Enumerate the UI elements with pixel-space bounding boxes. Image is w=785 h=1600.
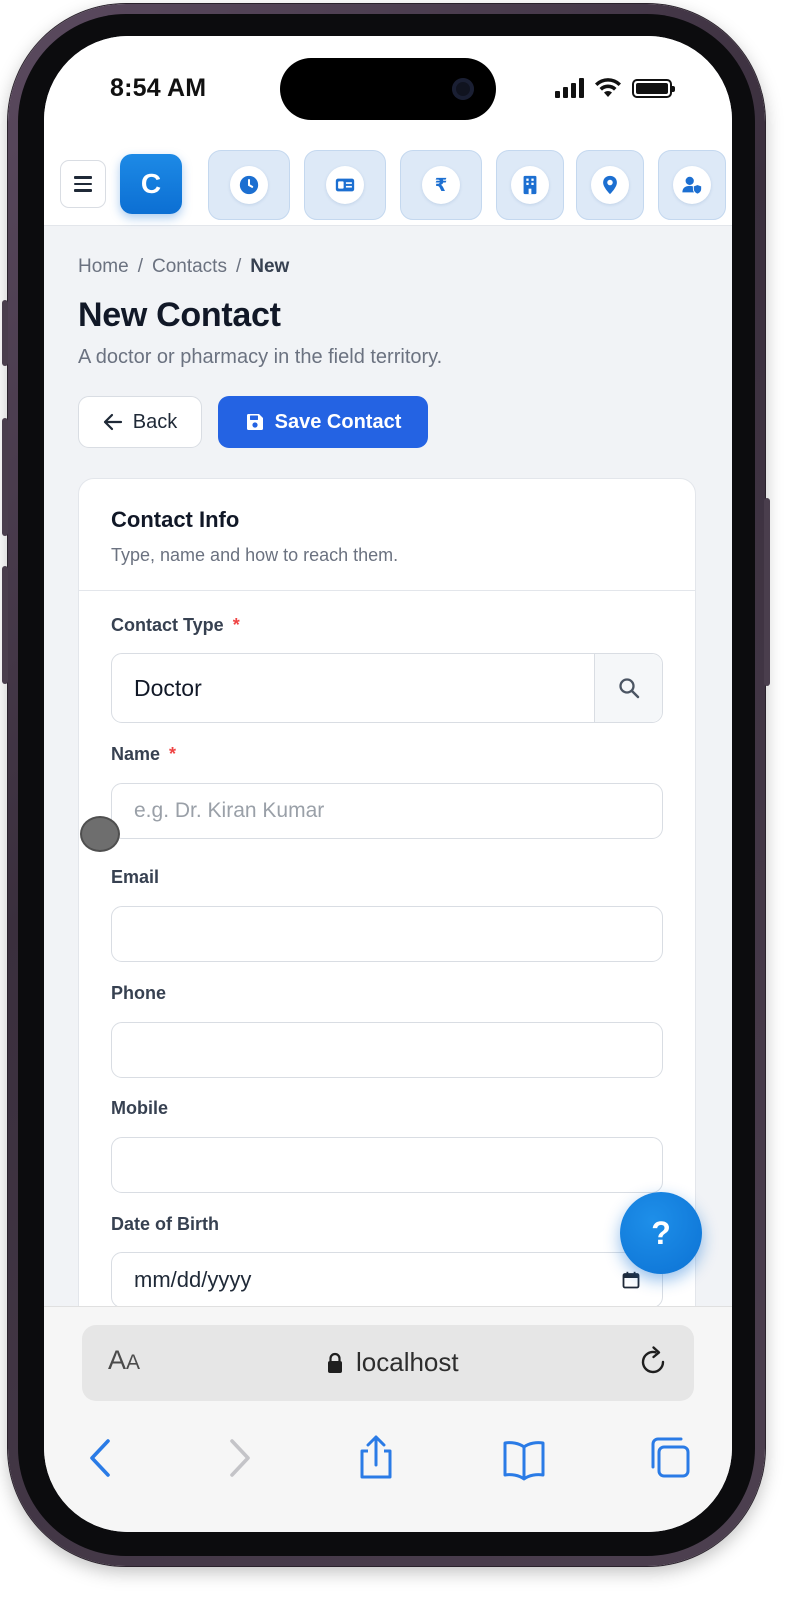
locations-module-button[interactable] bbox=[576, 150, 644, 220]
phone-input[interactable] bbox=[111, 1022, 663, 1078]
card-subtitle: Type, name and how to reach them. bbox=[111, 545, 399, 565]
expenses-module-button[interactable]: ₹ bbox=[400, 150, 482, 220]
menu-button[interactable] bbox=[60, 160, 106, 208]
aa-small-glyph: A bbox=[126, 1351, 141, 1374]
url-text: localhost bbox=[356, 1347, 459, 1377]
save-button-label: Save Contact bbox=[274, 410, 402, 433]
tabs-icon[interactable] bbox=[648, 1435, 692, 1481]
admin-users-module-button[interactable] bbox=[658, 150, 726, 220]
breadcrumb-home-link[interactable]: Home bbox=[78, 256, 129, 278]
browser-toolbar: AA localhost bbox=[44, 1306, 732, 1532]
contact-type-label-text: Contact Type bbox=[111, 615, 224, 635]
back-chevron-icon[interactable] bbox=[80, 1435, 124, 1481]
email-label: Email bbox=[111, 867, 160, 887]
activity-module-button[interactable] bbox=[208, 150, 290, 220]
save-contact-button[interactable]: Save Contact bbox=[218, 396, 428, 448]
help-fab-button[interactable]: ? bbox=[620, 1192, 702, 1274]
volume-down-side-button bbox=[2, 566, 8, 684]
screen: 8:54 AM C ₹ Home / Contacts / New New Co… bbox=[44, 36, 732, 1532]
breadcrumb-separator: / bbox=[137, 256, 143, 277]
cellular-signal-icon bbox=[555, 78, 584, 98]
battery-icon bbox=[632, 78, 675, 98]
required-marker: * bbox=[232, 615, 240, 635]
action-side-button bbox=[2, 300, 8, 366]
touch-indicator bbox=[80, 816, 120, 852]
user-shield-icon bbox=[682, 176, 703, 195]
name-label-text: Name bbox=[111, 744, 161, 764]
name-placeholder: e.g. Dr. Kiran Kumar bbox=[134, 799, 325, 822]
page-title: New Contact bbox=[78, 296, 281, 334]
phone-label: Phone bbox=[111, 983, 167, 1003]
app-logo-button[interactable]: C bbox=[120, 154, 182, 214]
rupee-icon: ₹ bbox=[434, 174, 448, 195]
address-bar[interactable]: AA localhost bbox=[82, 1325, 694, 1401]
clock-icon bbox=[239, 175, 259, 195]
contact-type-label: Contact Type * bbox=[111, 615, 240, 636]
required-marker: * bbox=[169, 744, 177, 764]
back-button[interactable]: Back bbox=[78, 396, 202, 448]
lock-icon bbox=[328, 1352, 342, 1373]
map-pin-icon bbox=[603, 175, 617, 195]
wifi-icon bbox=[595, 78, 621, 97]
app-toolbar: C ₹ bbox=[44, 140, 732, 226]
url-display[interactable]: localhost bbox=[326, 1347, 459, 1378]
contact-type-search-button[interactable] bbox=[594, 654, 662, 722]
browser-nav-row bbox=[44, 1435, 732, 1495]
organizations-module-button[interactable] bbox=[496, 150, 564, 220]
id-card-icon bbox=[335, 178, 355, 192]
building-icon bbox=[523, 175, 537, 195]
contact-info-card: Contact Info Type, name and how to reach… bbox=[78, 478, 696, 1306]
contact-type-select[interactable]: Doctor bbox=[111, 653, 663, 723]
breadcrumb-current: New bbox=[250, 256, 290, 277]
back-button-label: Back bbox=[132, 410, 178, 433]
share-icon[interactable] bbox=[354, 1435, 398, 1481]
breadcrumb: Home / Contacts / New bbox=[78, 256, 289, 278]
date-of-birth-label: Date of Birth bbox=[111, 1214, 219, 1234]
calendar-icon[interactable] bbox=[622, 1271, 640, 1289]
name-label: Name * bbox=[111, 744, 176, 765]
breadcrumb-separator: / bbox=[235, 256, 242, 277]
front-camera bbox=[452, 78, 474, 100]
floppy-disk-icon bbox=[246, 414, 263, 430]
contacts-module-button[interactable] bbox=[304, 150, 386, 220]
card-title: Contact Info bbox=[111, 507, 240, 532]
aa-large-glyph: A bbox=[108, 1345, 127, 1375]
email-input[interactable] bbox=[111, 906, 663, 962]
reader-options-button[interactable]: AA bbox=[108, 1345, 140, 1376]
page-subtitle: A doctor or pharmacy in the field territ… bbox=[78, 346, 443, 368]
mobile-label: Mobile bbox=[111, 1098, 168, 1118]
card-header: Contact Info Type, name and how to reach… bbox=[79, 479, 695, 591]
reload-icon[interactable] bbox=[636, 1345, 670, 1379]
mobile-input[interactable] bbox=[111, 1137, 663, 1193]
bookmarks-icon[interactable] bbox=[502, 1435, 546, 1481]
name-input[interactable]: e.g. Dr. Kiran Kumar bbox=[111, 783, 663, 839]
dynamic-island bbox=[280, 58, 496, 120]
forward-chevron-icon[interactable] bbox=[216, 1435, 260, 1481]
status-icons bbox=[555, 76, 675, 100]
search-icon bbox=[618, 678, 639, 699]
date-of-birth-value: mm/dd/yyyy bbox=[134, 1267, 252, 1292]
status-time: 8:54 AM bbox=[110, 74, 207, 102]
page-content: Home / Contacts / New New Contact A doct… bbox=[44, 226, 732, 1306]
status-bar: 8:54 AM bbox=[44, 36, 732, 140]
arrow-left-icon bbox=[103, 413, 122, 431]
contact-type-value: Doctor bbox=[134, 674, 202, 701]
date-of-birth-input[interactable]: mm/dd/yyyy bbox=[111, 1252, 663, 1306]
breadcrumb-contacts-link[interactable]: Contacts bbox=[152, 256, 227, 278]
power-side-button bbox=[764, 498, 770, 686]
volume-up-side-button bbox=[2, 418, 8, 536]
